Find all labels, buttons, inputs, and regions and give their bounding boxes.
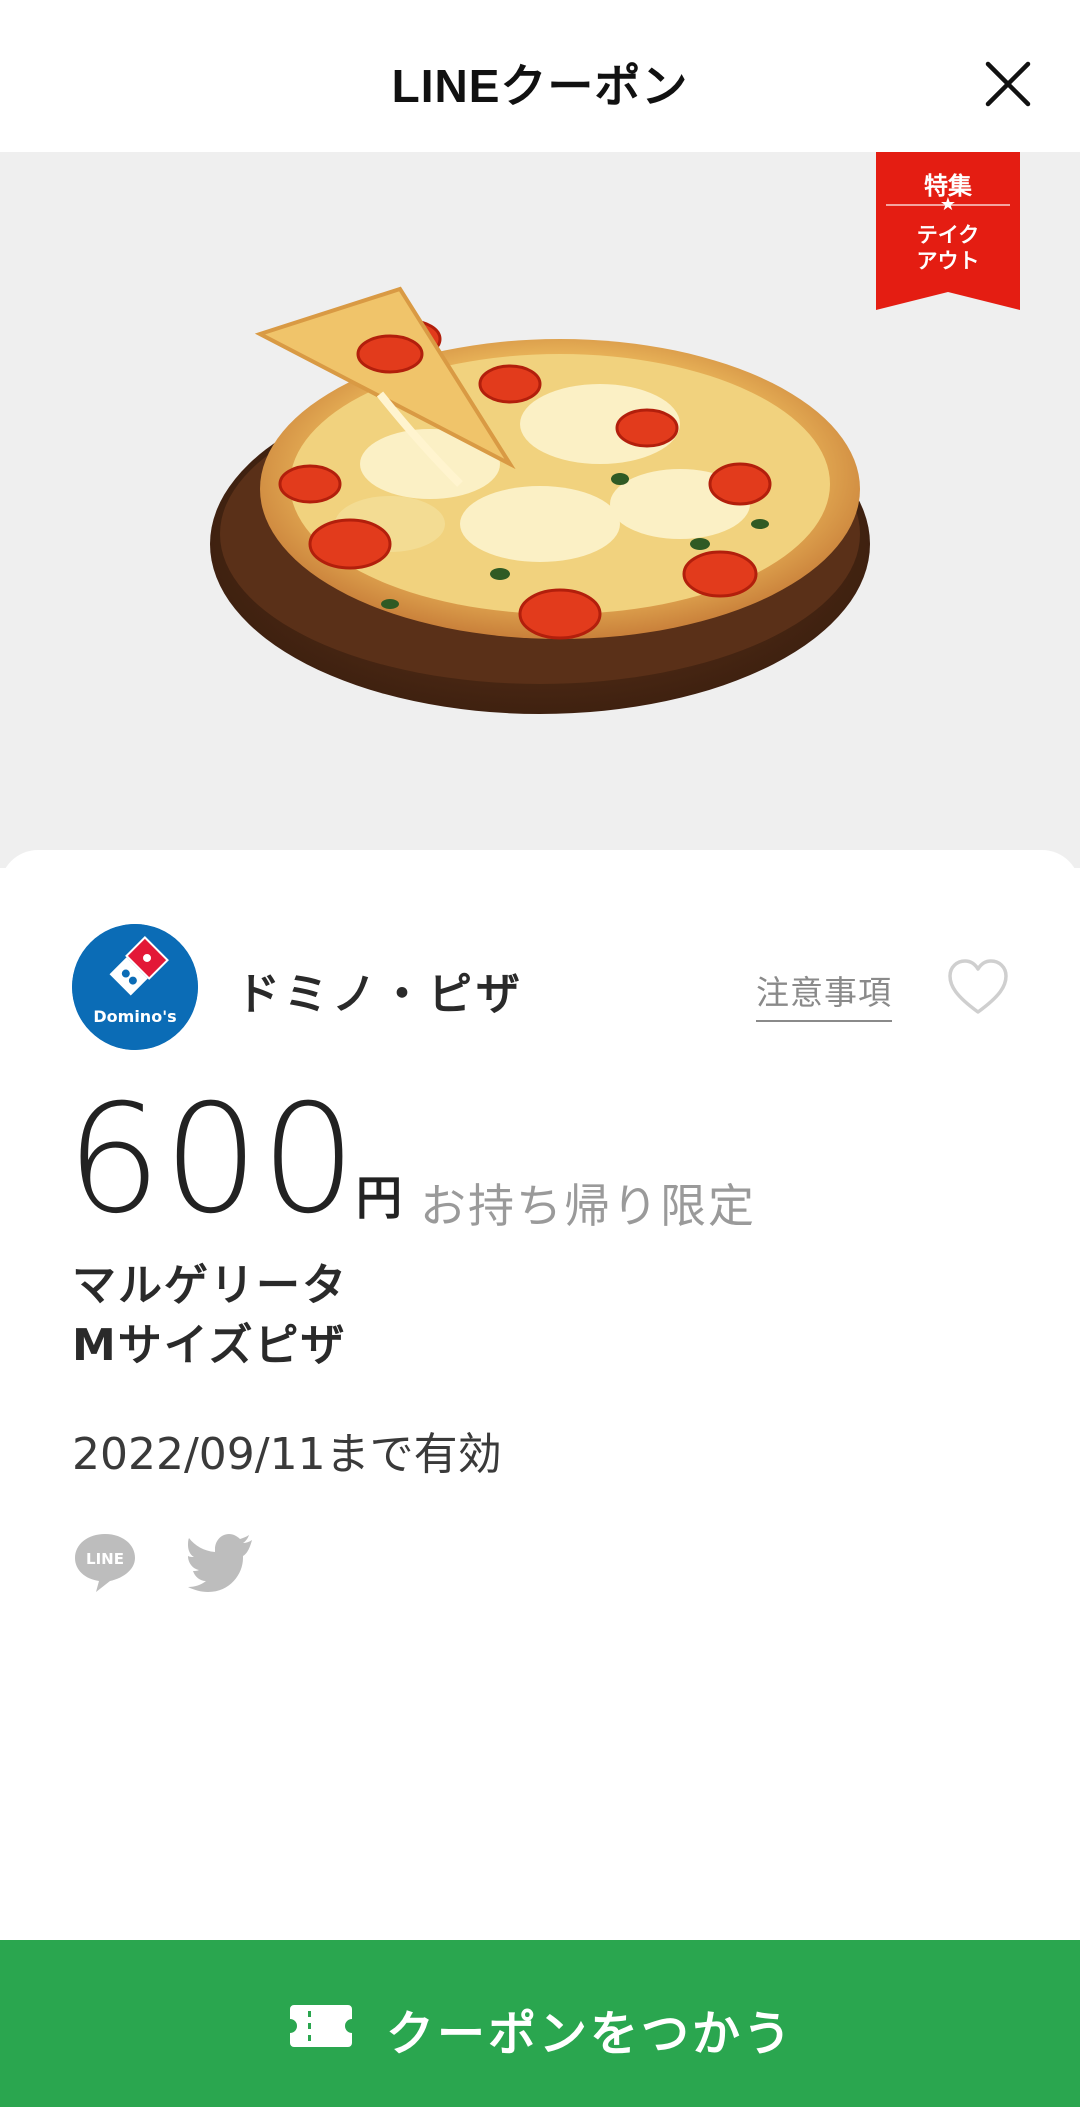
feature-badge: 特集 ★ テイク アウト — [876, 152, 1020, 310]
close-icon[interactable] — [972, 48, 1044, 120]
coupon-card: Domino's ドミノ・ピザ 注意事項 600 円 お持ち帰り限定 マルゲリー… — [0, 850, 1080, 1940]
badge-line-2: アウト — [916, 249, 980, 273]
price-condition: お持ち帰り限定 — [420, 1179, 756, 1233]
twitter-share-icon[interactable] — [188, 1532, 254, 1592]
item-name: マルゲリータ Mサイズピザ — [72, 1256, 348, 1376]
use-coupon-label: クーポンをつかう — [386, 2006, 795, 2062]
line-share-icon[interactable]: LINE — [72, 1530, 138, 1596]
app-title: LINEクーポン — [391, 60, 689, 112]
price-unit: 円 — [356, 1171, 402, 1225]
store-name: ドミノ・ピザ — [236, 969, 524, 1020]
use-coupon-button[interactable]: クーポンをつかう — [0, 1940, 1080, 2107]
item-name-line-2: Mサイズピザ — [72, 1320, 347, 1371]
pizza-image — [210, 286, 870, 714]
line-icon-text: LINE — [86, 1550, 124, 1568]
hero-image-area: 特集 ★ テイク アウト — [0, 152, 1080, 868]
notes-link[interactable]: 注意事項 — [756, 966, 892, 1022]
store-logo: Domino's — [72, 924, 198, 1050]
expiry-date: 2022/09/11まで有効 — [72, 1429, 502, 1480]
coupon-price: 600 — [66, 1073, 359, 1247]
badge-line-1: テイク — [916, 223, 980, 247]
badge-star-icon: ★ — [939, 194, 957, 215]
favorite-heart-icon[interactable] — [946, 958, 1010, 1018]
item-name-line-1: マルゲリータ — [72, 1260, 348, 1311]
ticket-icon — [290, 2005, 352, 2047]
logo-text: Domino's — [93, 1007, 176, 1026]
header-bar: LINEクーポン — [0, 0, 1080, 152]
